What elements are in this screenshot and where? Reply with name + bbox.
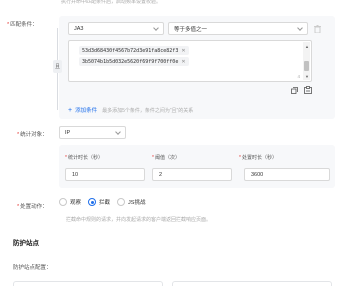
required-mark: *: [239, 155, 241, 161]
chevron-down-icon: [297, 24, 303, 31]
required-mark: *: [7, 22, 10, 28]
match-values-textarea[interactable]: 53d3d68430f4567b72d3e91fa8ce82f3 ✕ 3b507…: [68, 40, 312, 82]
duration-input[interactable]: 10: [65, 168, 145, 181]
logic-and-label: 且: [53, 60, 62, 73]
action-duration-label-text: 处置时长（秒）: [241, 155, 277, 161]
required-mark: *: [152, 155, 154, 161]
delete-condition-icon[interactable]: [314, 25, 321, 33]
match-operator-value: 等于多值之一: [174, 26, 208, 33]
radio-js-challenge[interactable]: JS挑战: [117, 198, 145, 206]
match-condition-label: *匹配条件：: [7, 20, 38, 28]
statistics-label: *统计对象：: [17, 130, 48, 138]
action-duration-input[interactable]: 3600: [244, 168, 330, 181]
threshold-input[interactable]: 2: [152, 168, 232, 181]
duration-label: *统计时长（秒）: [65, 154, 103, 161]
action-label-text: 处置动作：: [20, 204, 48, 210]
action-radio-group: 观察 拦截 JS挑战: [59, 198, 145, 206]
chevron-down-icon: [115, 128, 121, 135]
add-condition-button[interactable]: + 添加条件 最多添加5个条件，条件之间为“且”的关系: [68, 106, 194, 115]
add-condition-label: 添加条件: [75, 108, 98, 114]
duration-label-text: 统计时长（秒）: [67, 155, 103, 161]
radio-circle[interactable]: [117, 198, 126, 206]
plus-icon: +: [68, 106, 73, 114]
top-hint: 执行并命中匹配条件后，启动频率设置校验。: [61, 0, 162, 5]
statistics-select[interactable]: IP: [59, 126, 126, 139]
radio-label: 观察: [70, 200, 82, 206]
add-condition-hint: 最多添加5个条件，条件之间为“且”的关系: [102, 107, 194, 114]
value-tag: 3b5074b1b5d032e5620f69f9f700ff0e ✕: [79, 57, 189, 66]
radio-block[interactable]: 拦截: [88, 198, 110, 206]
close-icon[interactable]: ✕: [181, 59, 185, 65]
action-duration-label: *处置时长（秒）: [239, 154, 277, 161]
statistics-panel: [59, 145, 335, 188]
value-tag: 53d3d68430f4567b72d3e91fa8ce82f3 ✕: [79, 46, 189, 55]
radio-label: JS挑战: [128, 200, 146, 206]
chevron-down-icon: [153, 24, 159, 31]
radio-circle[interactable]: [59, 198, 67, 206]
statistics-label-text: 统计对象：: [20, 132, 48, 138]
match-operator-select[interactable]: 等于多值之一: [168, 22, 308, 35]
threshold-label-text: 阈值（次）: [154, 155, 180, 161]
action-label: *处置动作：: [17, 202, 48, 210]
threshold-label: *阈值（次）: [152, 154, 180, 161]
required-mark: *: [65, 155, 67, 161]
required-mark: *: [17, 132, 20, 138]
close-icon[interactable]: ✕: [181, 48, 185, 54]
value-tag-text: 3b5074b1b5d032e5620f69f9f700ff0e: [82, 58, 179, 65]
paste-icon[interactable]: [304, 86, 312, 94]
required-mark: *: [17, 204, 20, 210]
scrollbar-thumb[interactable]: [304, 61, 309, 71]
site-option-card[interactable]: [13, 281, 163, 286]
match-field-value: JA3: [74, 25, 84, 32]
radio-label: 拦截: [99, 200, 111, 206]
copy-icon[interactable]: [291, 87, 298, 94]
scroll-down-icon[interactable]: ▼: [305, 74, 309, 79]
section-title-protection-site: 防护站点: [13, 240, 39, 247]
scroll-up-icon[interactable]: ▲: [305, 44, 309, 49]
match-field-select[interactable]: JA3: [68, 22, 164, 35]
action-hint: 拦截命中规则的请求，并向发起请求的客户端返回拦截响应页面。: [66, 217, 212, 223]
site-option-card[interactable]: [172, 281, 332, 286]
radio-circle-selected[interactable]: [88, 198, 97, 206]
statistics-select-value: IP: [65, 129, 71, 136]
match-condition-label-text: 匹配条件：: [10, 22, 38, 28]
value-tag-text: 53d3d68430f4567b72d3e91fa8ce82f3: [82, 47, 179, 54]
radio-observe[interactable]: 观察: [59, 198, 81, 206]
protection-site-config-label: 防护站点配置：: [13, 265, 52, 271]
value-count: 4: [297, 74, 300, 79]
